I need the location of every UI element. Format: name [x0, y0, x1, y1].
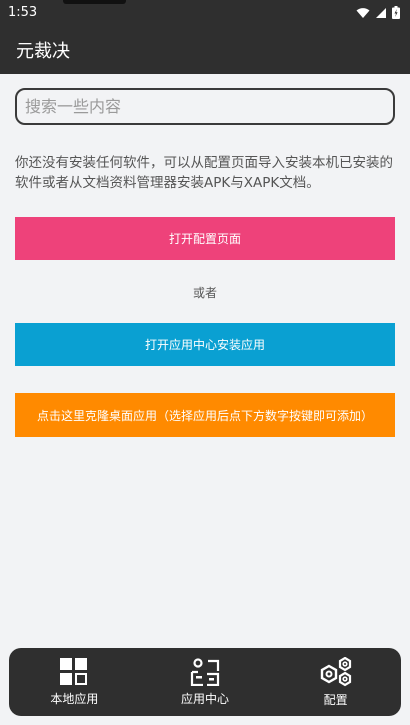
app-title: 元裁决	[16, 40, 70, 62]
battery-icon	[392, 6, 400, 19]
search-box[interactable]	[15, 88, 395, 125]
empty-state-message: 你还没有安装任何软件，可以从配置页面导入安装本机已安装的软件或者从文档资料管理器…	[15, 155, 393, 191]
bottom-navigation: 本地应用 应用中心 配置	[9, 648, 401, 716]
app-center-icon	[190, 657, 220, 686]
hexagon-settings-icon	[320, 656, 351, 686]
nav-label-settings: 配置	[323, 692, 348, 707]
status-bar: 1:53	[0, 0, 410, 25]
open-app-center-button[interactable]: 打开应用中心安装应用	[15, 323, 395, 366]
open-config-button[interactable]: 打开配置页面	[15, 217, 395, 260]
wifi-icon	[356, 7, 370, 18]
app-bar: 元裁决	[0, 25, 410, 74]
camera-notch	[63, 0, 126, 4]
nav-item-settings[interactable]: 配置	[281, 656, 391, 708]
nav-item-local-apps[interactable]: 本地应用	[19, 657, 129, 707]
nav-label-local-apps: 本地应用	[50, 691, 99, 706]
search-input[interactable]	[25, 97, 393, 116]
or-divider-text: 或者	[192, 286, 217, 300]
nav-label-app-center: 应用中心	[180, 691, 229, 706]
status-icons	[356, 6, 400, 19]
clone-desktop-app-button[interactable]: 点击这里克隆桌面应用（选择应用后点下方数字按键即可添加）	[15, 393, 395, 437]
grid-icon	[60, 657, 88, 685]
status-time: 1:53	[8, 5, 38, 20]
nav-item-app-center[interactable]: 应用中心	[150, 657, 260, 707]
signal-icon	[376, 7, 386, 18]
